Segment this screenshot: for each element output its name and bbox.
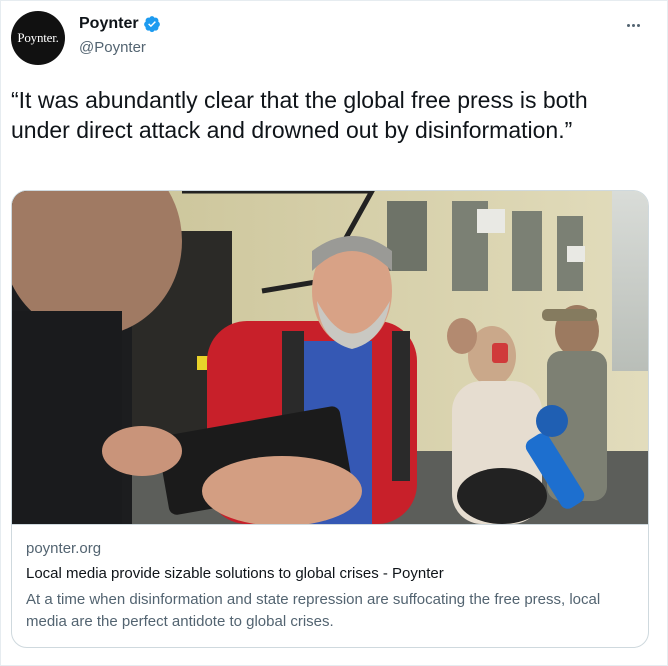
avatar[interactable]: Poynter. (11, 11, 65, 65)
preview-image[interactable] (12, 191, 648, 524)
tweet-text: “It was abundantly clear that the global… (11, 87, 588, 143)
link-description: At a time when disinformation and state … (26, 591, 601, 630)
link-domain: poynter.org (26, 540, 102, 557)
more-icon[interactable] (621, 13, 645, 37)
link-title: Local media provide sizable solutions to… (26, 565, 444, 582)
display-name[interactable]: Poynter (79, 15, 139, 33)
author-handle[interactable]: @Poynter (79, 39, 146, 56)
tweet-card: Poynter. Poynter @Poynter “It was abunda… (0, 0, 668, 666)
author-name-row: Poynter (79, 15, 161, 33)
link-preview-card[interactable]: poynter.org Local media provide sizable … (11, 190, 649, 648)
verified-badge-icon (143, 16, 160, 33)
avatar-text: Poynter. (17, 30, 59, 45)
link-card-meta: poynter.org Local media provide sizable … (12, 524, 648, 647)
